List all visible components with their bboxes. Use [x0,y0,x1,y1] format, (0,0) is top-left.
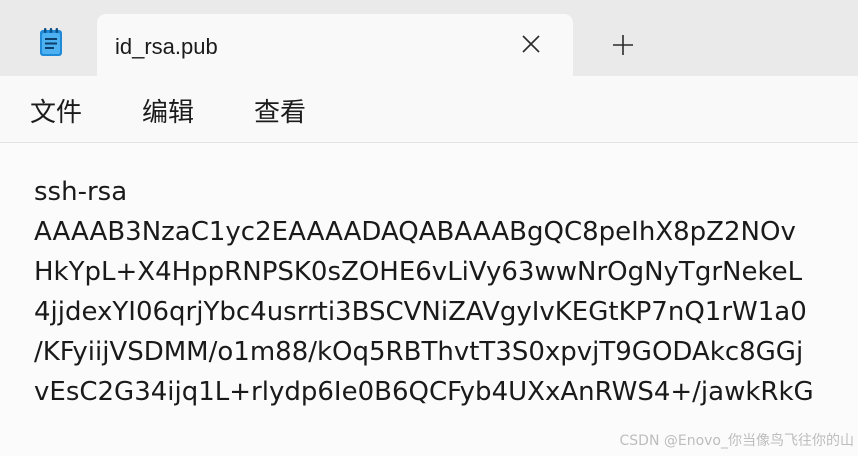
watermark: CSDN @Enovo_你当像鸟飞往你的山 [619,433,855,449]
editor-line: vEsC2G34ijq1L+rlydp6Ie0B6QCFyb4UXxAnRWS4… [34,377,814,407]
text-editor[interactable]: ssh-rsa AAAAB3NzaC1yc2EAAAADAQABAAABgQC8… [0,143,858,456]
close-icon[interactable] [517,30,545,58]
menu-view[interactable]: 查看 [254,92,306,129]
tab-id-rsa-pub[interactable]: id_rsa.pub [97,14,573,76]
editor-line: ssh-rsa [34,177,128,207]
menu-edit[interactable]: 编辑 [142,92,194,129]
menu-bar: 文件 编辑 查看 [0,76,858,143]
editor-line: /KFyiijVSDMM/o1m88/kOq5RBThvtT3S0xpvjT9G… [34,337,804,367]
editor-line: 4jjdexYI06qrjYbc4usrrti3BSCVNiZAVgyIvKEG… [34,297,807,327]
plus-icon[interactable] [608,30,638,60]
editor-line: AAAAB3NzaC1yc2EAAAADAQABAAABgQC8peIhX8pZ… [34,217,796,247]
notepad-icon [40,28,62,56]
title-bar: id_rsa.pub [0,0,858,76]
tab-title: id_rsa.pub [115,34,218,59]
editor-line: HkYpL+X4HppRNPSK0sZOHE6vLiVy63wwNrOgNyTg… [34,257,803,287]
menu-file[interactable]: 文件 [30,92,82,129]
